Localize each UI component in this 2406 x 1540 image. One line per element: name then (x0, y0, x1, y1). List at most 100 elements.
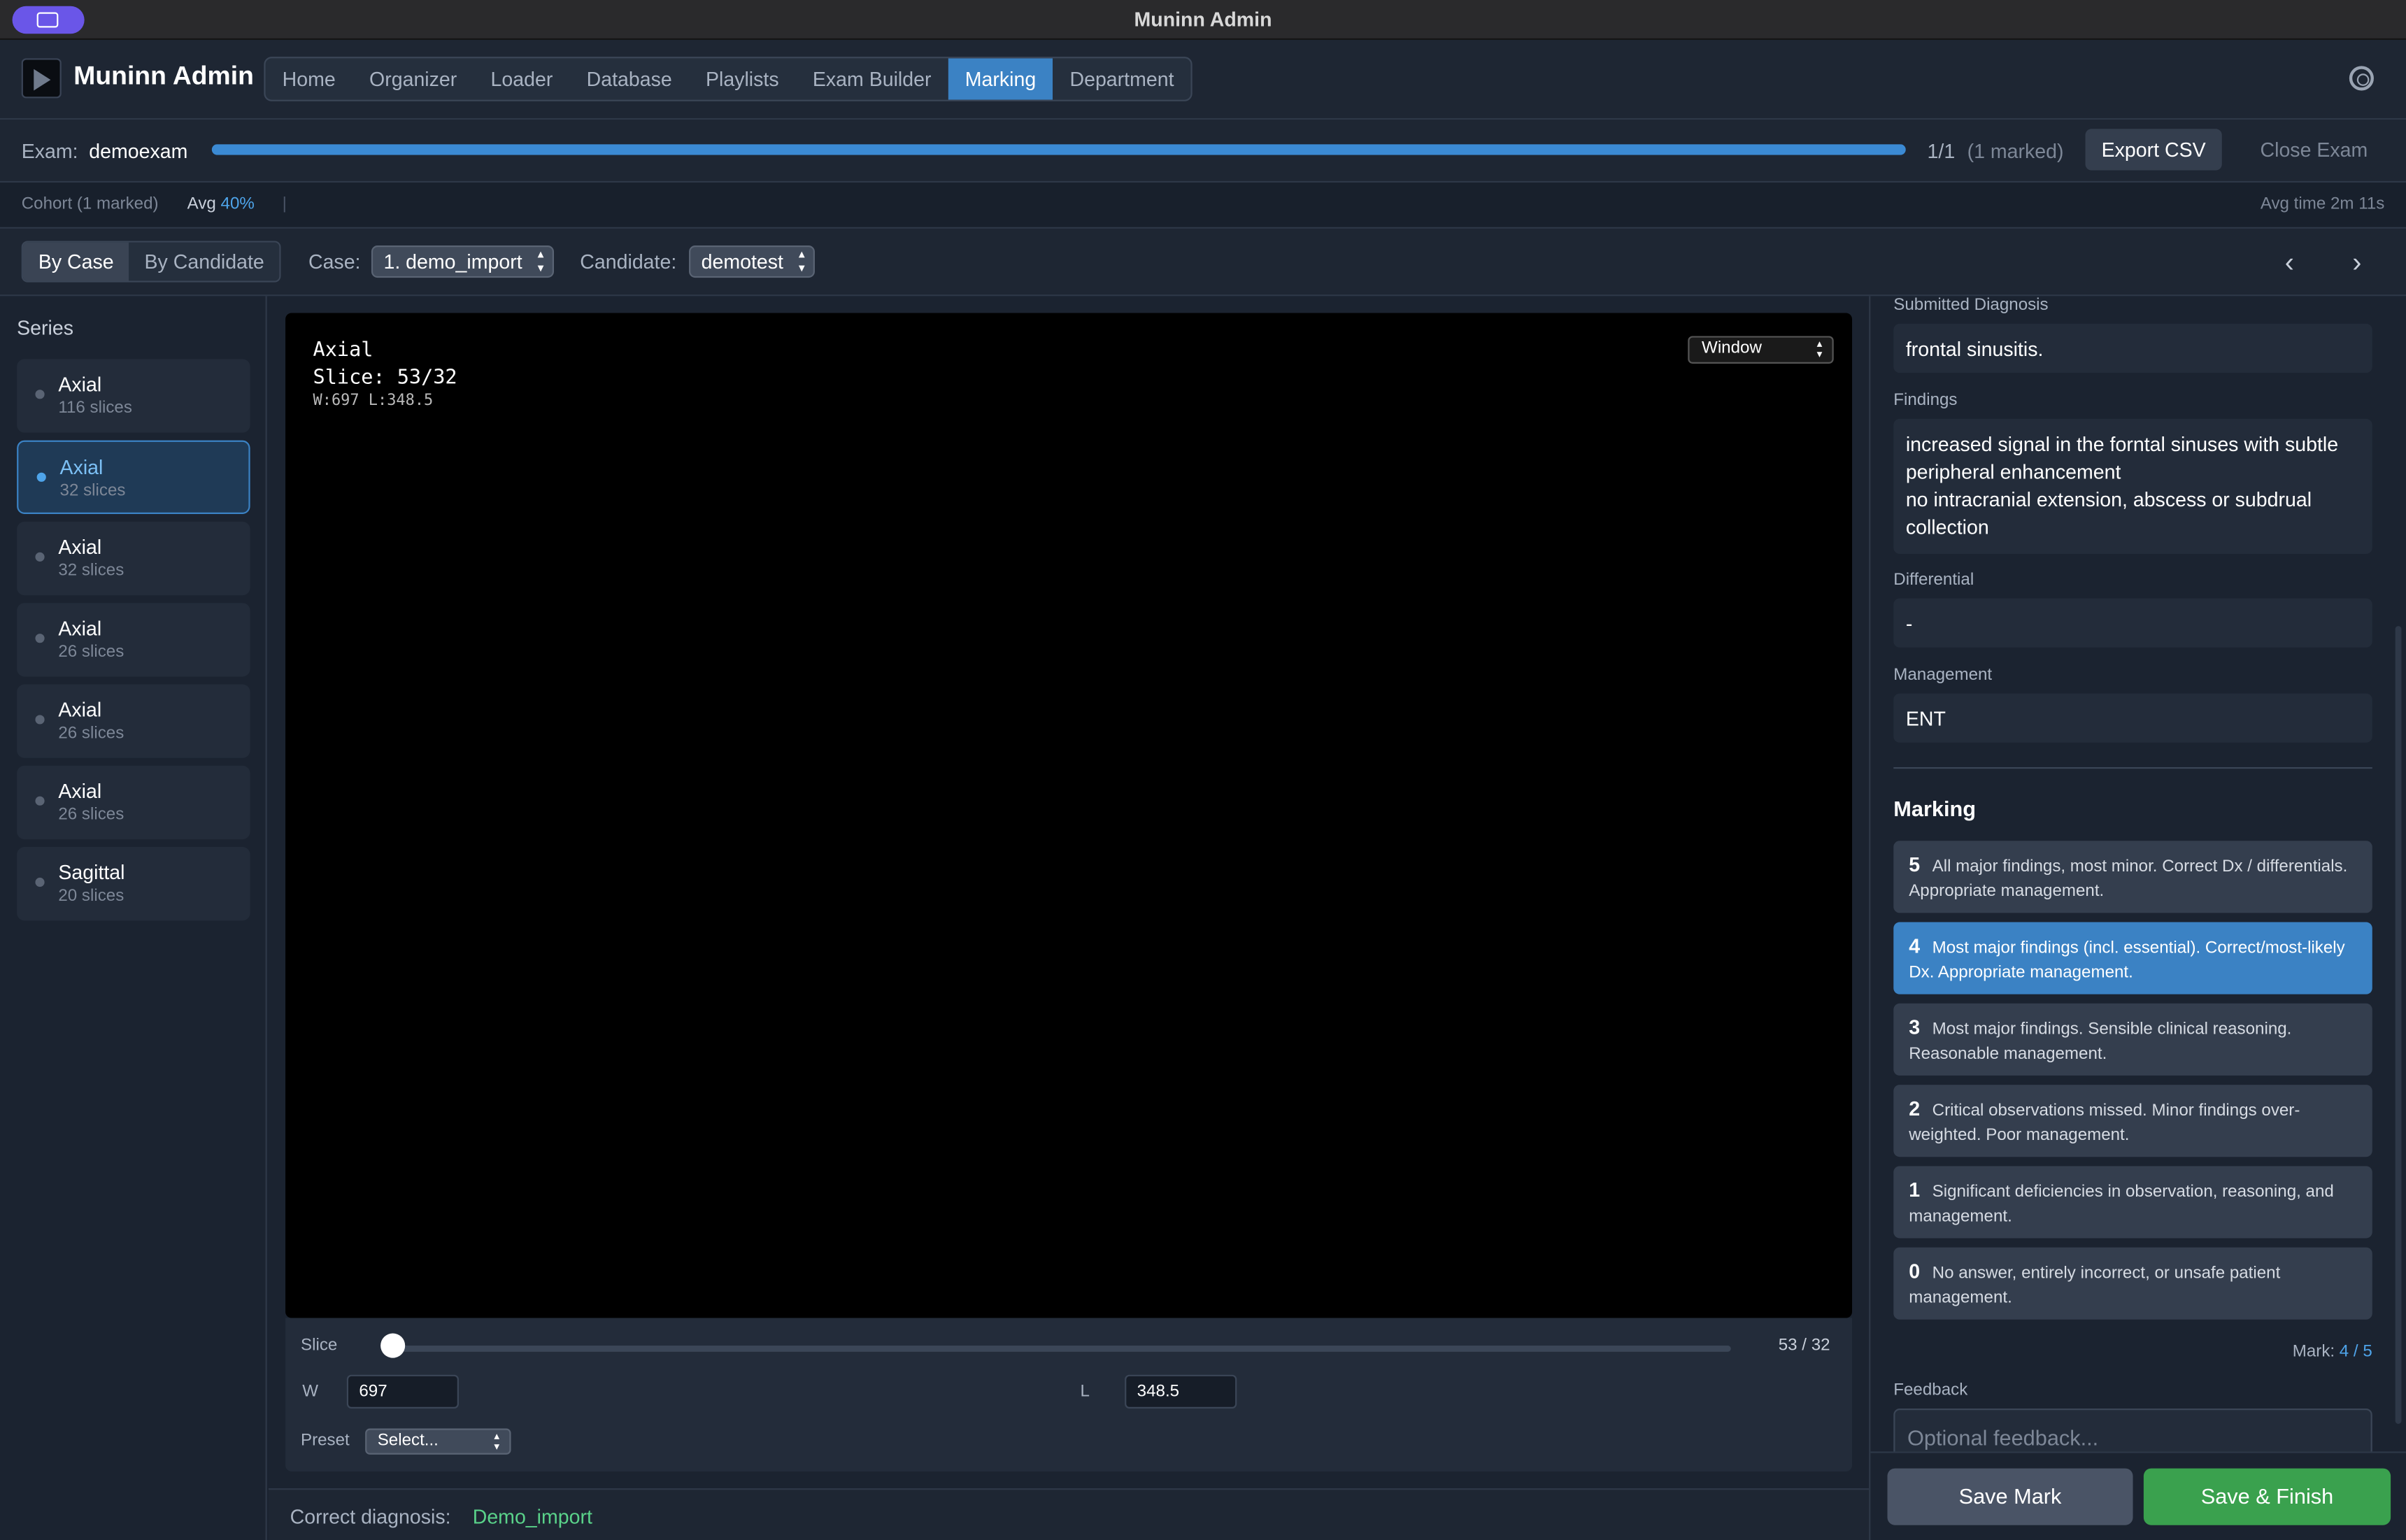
findings-text: increased signal in the forntal sinuses … (1893, 418, 2372, 554)
correct-diagnosis-label: Correct diagnosis: (290, 1505, 451, 1529)
viewer-panel: Axial Slice: 53/32 W:697 L:348.5 Window … (268, 296, 1870, 1489)
marking-footer: Save Mark Save & Finish (1870, 1451, 2406, 1540)
tab-loader[interactable]: Loader (474, 58, 569, 99)
close-exam-button[interactable]: Close Exam (2243, 129, 2384, 170)
tab-exam-builder[interactable]: Exam Builder (796, 58, 948, 99)
by-candidate-button[interactable]: By Candidate (129, 242, 280, 281)
tab-home[interactable]: Home (266, 58, 353, 99)
series-dot-icon (35, 877, 45, 887)
chevron-right-icon[interactable]: › (2352, 247, 2361, 279)
tab-database[interactable]: Database (569, 58, 688, 99)
cohort-separator: | (282, 194, 287, 213)
mark-score: 2 (1909, 1097, 1921, 1120)
viewer-plane: Axial (313, 338, 373, 362)
exam-count: 1/1 (1927, 139, 1956, 163)
mark-option-1[interactable]: 1 Significant deficiencies in observation… (1893, 1166, 2372, 1239)
divider (1893, 767, 2372, 769)
brand-title: Muninn Admin (73, 61, 254, 91)
series-dot-icon (35, 715, 45, 725)
series-slice-count: 26 slices (58, 805, 124, 825)
submitted-diagnosis: frontal sinusitis. (1893, 323, 2372, 373)
cohort-bar: Cohort (1 marked) Avg 40% | Avg time 2m … (0, 183, 2406, 229)
mark-option-3[interactable]: 3 Most major findings. Sensible clinical … (1893, 1003, 2372, 1076)
submitted-diagnosis-label: Submitted Diagnosis (1893, 296, 2049, 315)
series-slice-count: 32 slices (59, 481, 126, 501)
tab-marking[interactable]: Marking (948, 58, 1053, 100)
series-item[interactable]: Axial 32 slices (17, 521, 250, 596)
series-item[interactable]: Axial 26 slices (17, 684, 250, 758)
slice-label: Slice (301, 1336, 338, 1355)
marking-panel: Submitted Diagnosis frontal sinusitis. F… (1869, 296, 2406, 1540)
mark-score: 0 (1909, 1260, 1921, 1283)
slice-slider-handle[interactable] (380, 1333, 406, 1358)
series-title: Series (17, 315, 73, 339)
series-dot-icon (36, 472, 46, 482)
series-slice-count: 26 slices (58, 643, 124, 662)
width-input[interactable]: 697 (346, 1374, 459, 1409)
level-input[interactable]: 348.5 (1125, 1374, 1237, 1409)
chevron-left-icon[interactable]: ‹ (2285, 247, 2294, 279)
series-name: Axial (58, 616, 102, 640)
preset-select[interactable]: Select... (365, 1428, 511, 1455)
mark-option-4[interactable]: 4 Most major findings (incl. essential). … (1893, 922, 2372, 994)
nav-bar: Muninn Admin Home Organizer Loader Datab… (0, 40, 2406, 120)
differential-label: Differential (1893, 571, 1974, 590)
candidate-select[interactable]: demotest (689, 245, 816, 278)
series-item[interactable]: Axial 116 slices (17, 359, 250, 433)
mark-label: Mark: (2292, 1342, 2335, 1361)
mark-option-0[interactable]: 0 No answer, entirely incorrect, or unsaf… (1893, 1247, 2372, 1320)
window-titlebar: Muninn Admin (0, 0, 2406, 41)
save-mark-button[interactable]: Save Mark (1887, 1468, 2133, 1525)
exam-name: demoexam (89, 139, 188, 163)
preset-label: Preset (301, 1431, 350, 1450)
findings-label: Findings (1893, 391, 1958, 410)
series-dot-icon (35, 634, 45, 643)
exam-progress-bar (211, 144, 1906, 155)
avg-label: Avg (187, 194, 216, 213)
exam-progress-fill (211, 144, 1906, 155)
series-dot-icon (35, 552, 45, 562)
mark-description: Significant deficiencies in observation,… (1909, 1183, 2334, 1226)
mark-option-5[interactable]: 5 All major findings, most minor. Correct… (1893, 841, 2372, 913)
series-slice-count: 116 slices (58, 399, 132, 418)
series-item[interactable]: Axial 26 slices (17, 603, 250, 677)
series-item[interactable]: Sagittal 20 slices (17, 847, 250, 921)
management-label: Management (1893, 666, 1993, 685)
mark-option-2[interactable]: 2 Critical observations missed. Minor fin… (1893, 1085, 2372, 1157)
save-finish-button[interactable]: Save & Finish (2143, 1468, 2391, 1525)
tab-department[interactable]: Department (1053, 58, 1190, 99)
series-item-selected[interactable]: Axial 32 slices (17, 440, 250, 514)
correct-diagnosis-value: Demo_import (472, 1505, 592, 1529)
level-label: L (1080, 1382, 1090, 1402)
candidate-label: Candidate: (580, 250, 677, 273)
case-label: Case: (308, 250, 361, 273)
cohort-average: Avg 40% (187, 195, 255, 213)
case-select[interactable]: 1. demo_import (371, 245, 555, 278)
window-select[interactable]: Window (1688, 336, 1834, 364)
series-slice-count: 26 slices (58, 724, 124, 743)
marking-title: Marking (1893, 796, 1977, 821)
exam-bar: Exam: demoexam 1/1 (1 marked) Export CSV… (0, 120, 2406, 183)
findings-line: no intracranial extension, abscess or su… (1905, 487, 2312, 539)
width-label: W (302, 1382, 318, 1402)
avg-time: Avg time 2m 11s (2260, 194, 2385, 213)
tab-organizer[interactable]: Organizer (353, 58, 474, 99)
series-slice-count: 32 slices (58, 561, 124, 580)
feedback-label: Feedback (1893, 1381, 1968, 1399)
window-title: Muninn Admin (1134, 7, 1272, 31)
export-csv-button[interactable]: Export CSV (2085, 129, 2222, 171)
slice-value: 53 / 32 (1778, 1336, 1830, 1355)
cohort-summary: Cohort (1 marked) (21, 194, 159, 213)
slice-slider-track[interactable] (396, 1346, 1731, 1352)
gear-icon[interactable] (2349, 66, 2374, 91)
image-viewport[interactable]: Axial Slice: 53/32 W:697 L:348.5 Window (285, 313, 1853, 1318)
filter-bar: By Case By Candidate Case: 1. demo_impor… (0, 228, 2406, 297)
avg-value: 40% (220, 194, 255, 213)
series-slice-count: 20 slices (58, 887, 124, 906)
by-case-button[interactable]: By Case (22, 242, 129, 281)
panel-scrollbar[interactable] (2395, 626, 2402, 1424)
tab-playlists[interactable]: Playlists (689, 58, 796, 99)
series-item[interactable]: Axial 26 slices (17, 765, 250, 840)
mark-description: Critical observations missed. Minor find… (1909, 1101, 2300, 1145)
view-mode-toggle: By Case By Candidate (21, 241, 281, 283)
